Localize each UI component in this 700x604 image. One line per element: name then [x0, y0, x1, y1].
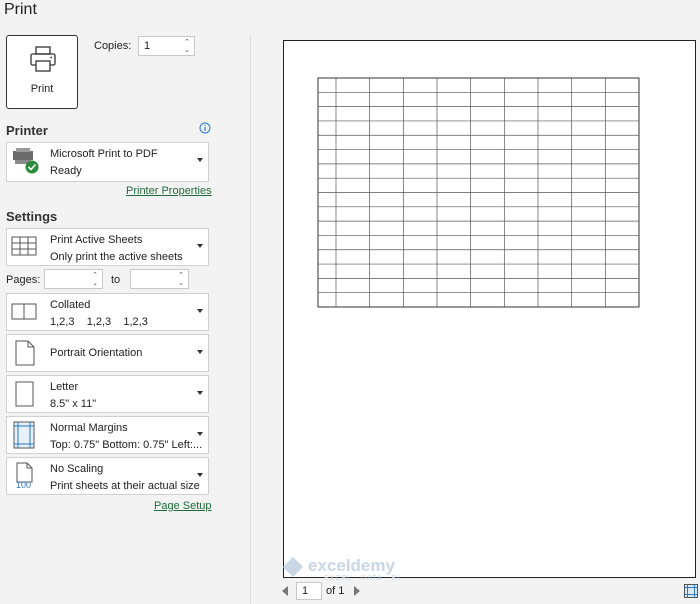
printer-heading: Printer [6, 123, 48, 138]
collated-icon [11, 303, 37, 320]
copies-value: 1 [144, 40, 151, 52]
prev-page-icon[interactable] [282, 586, 288, 596]
print-what-select[interactable]: Print Active Sheets Only print the activ… [6, 228, 209, 266]
chevron-down-icon [197, 473, 203, 477]
margins-subtitle: Top: 0.75" Bottom: 0.75" Left:... [50, 439, 203, 451]
stepper-down-icon[interactable]: ⌄ [178, 280, 184, 287]
stepper-down-icon[interactable]: ⌄ [184, 47, 190, 54]
panel-divider [250, 35, 251, 604]
chevron-down-icon [197, 350, 203, 354]
watermark-tagline: EXCEL · DATA · BI [324, 575, 400, 582]
printer-name: Microsoft Print to PDF [50, 148, 158, 160]
paper-icon [15, 381, 34, 407]
scaling-select[interactable]: 100 No Scaling Print sheets at their act… [6, 457, 209, 495]
paper-title: Letter [50, 381, 79, 393]
info-icon[interactable] [199, 122, 211, 134]
page-title: Print [4, 1, 37, 18]
paper-size-select[interactable]: Letter 8.5" x 11" [6, 375, 209, 413]
stepper-down-icon[interactable]: ⌄ [92, 280, 98, 287]
page-number-input[interactable]: 1 [296, 582, 322, 600]
show-margins-icon[interactable] [684, 584, 698, 598]
pages-from-stepper[interactable]: ⌃ ⌄ [44, 269, 103, 289]
next-page-icon[interactable] [354, 586, 360, 596]
collation-subtitle: 1,2,3 1,2,3 1,2,3 [50, 316, 148, 328]
collation-select[interactable]: Collated 1,2,3 1,2,3 1,2,3 [6, 293, 209, 331]
printer-properties-link[interactable]: Printer Properties [126, 185, 212, 197]
orientation-select[interactable]: Portrait Orientation [6, 334, 209, 372]
collation-title: Collated [50, 299, 91, 311]
copies-label: Copies: [94, 40, 132, 52]
print-what-subtitle: Only print the active sheets [50, 251, 183, 263]
sheet-icon [11, 236, 37, 256]
printer-ready-icon [13, 148, 39, 174]
margins-title: Normal Margins [50, 422, 128, 434]
paper-subtitle: 8.5" x 11" [50, 398, 97, 410]
printer-icon [30, 46, 56, 72]
sheet-grid [317, 77, 640, 308]
scaling-icon-text: 100 [16, 480, 32, 490]
print-button[interactable]: Print [6, 35, 78, 109]
stepper-up-icon[interactable]: ⌃ [92, 272, 98, 279]
chevron-down-icon [197, 158, 203, 162]
orientation-title: Portrait Orientation [50, 347, 143, 359]
page-number-value: 1 [302, 585, 309, 597]
print-what-title: Print Active Sheets [50, 234, 143, 246]
pages-to-stepper[interactable]: ⌃ ⌄ [130, 269, 189, 289]
portrait-page-icon [15, 340, 35, 366]
print-button-label: Print [30, 83, 54, 95]
pages-label: Pages: [6, 274, 41, 286]
copies-stepper[interactable]: 1 ⌃ ⌄ [138, 36, 195, 56]
chevron-down-icon [197, 432, 203, 436]
page-total-label: of 1 [326, 585, 345, 597]
stepper-up-icon[interactable]: ⌃ [178, 272, 184, 279]
exceldemy-logo-icon [283, 557, 303, 577]
printer-select[interactable]: Microsoft Print to PDF Ready [6, 142, 209, 182]
print-preview-page [283, 40, 696, 578]
printer-status: Ready [50, 165, 82, 177]
stepper-up-icon[interactable]: ⌃ [184, 39, 190, 46]
chevron-down-icon [197, 391, 203, 395]
margins-select[interactable]: Normal Margins Top: 0.75" Bottom: 0.75" … [6, 416, 209, 454]
scaling-subtitle: Print sheets at their actual size [50, 480, 200, 492]
margins-icon [13, 421, 35, 449]
settings-heading: Settings [6, 209, 58, 224]
page-setup-link[interactable]: Page Setup [154, 500, 212, 512]
watermark-name: exceldemy [308, 556, 395, 575]
scaling-title: No Scaling [50, 463, 104, 475]
chevron-down-icon [197, 309, 203, 313]
pages-to-label: to [111, 274, 121, 286]
chevron-down-icon [197, 244, 203, 248]
